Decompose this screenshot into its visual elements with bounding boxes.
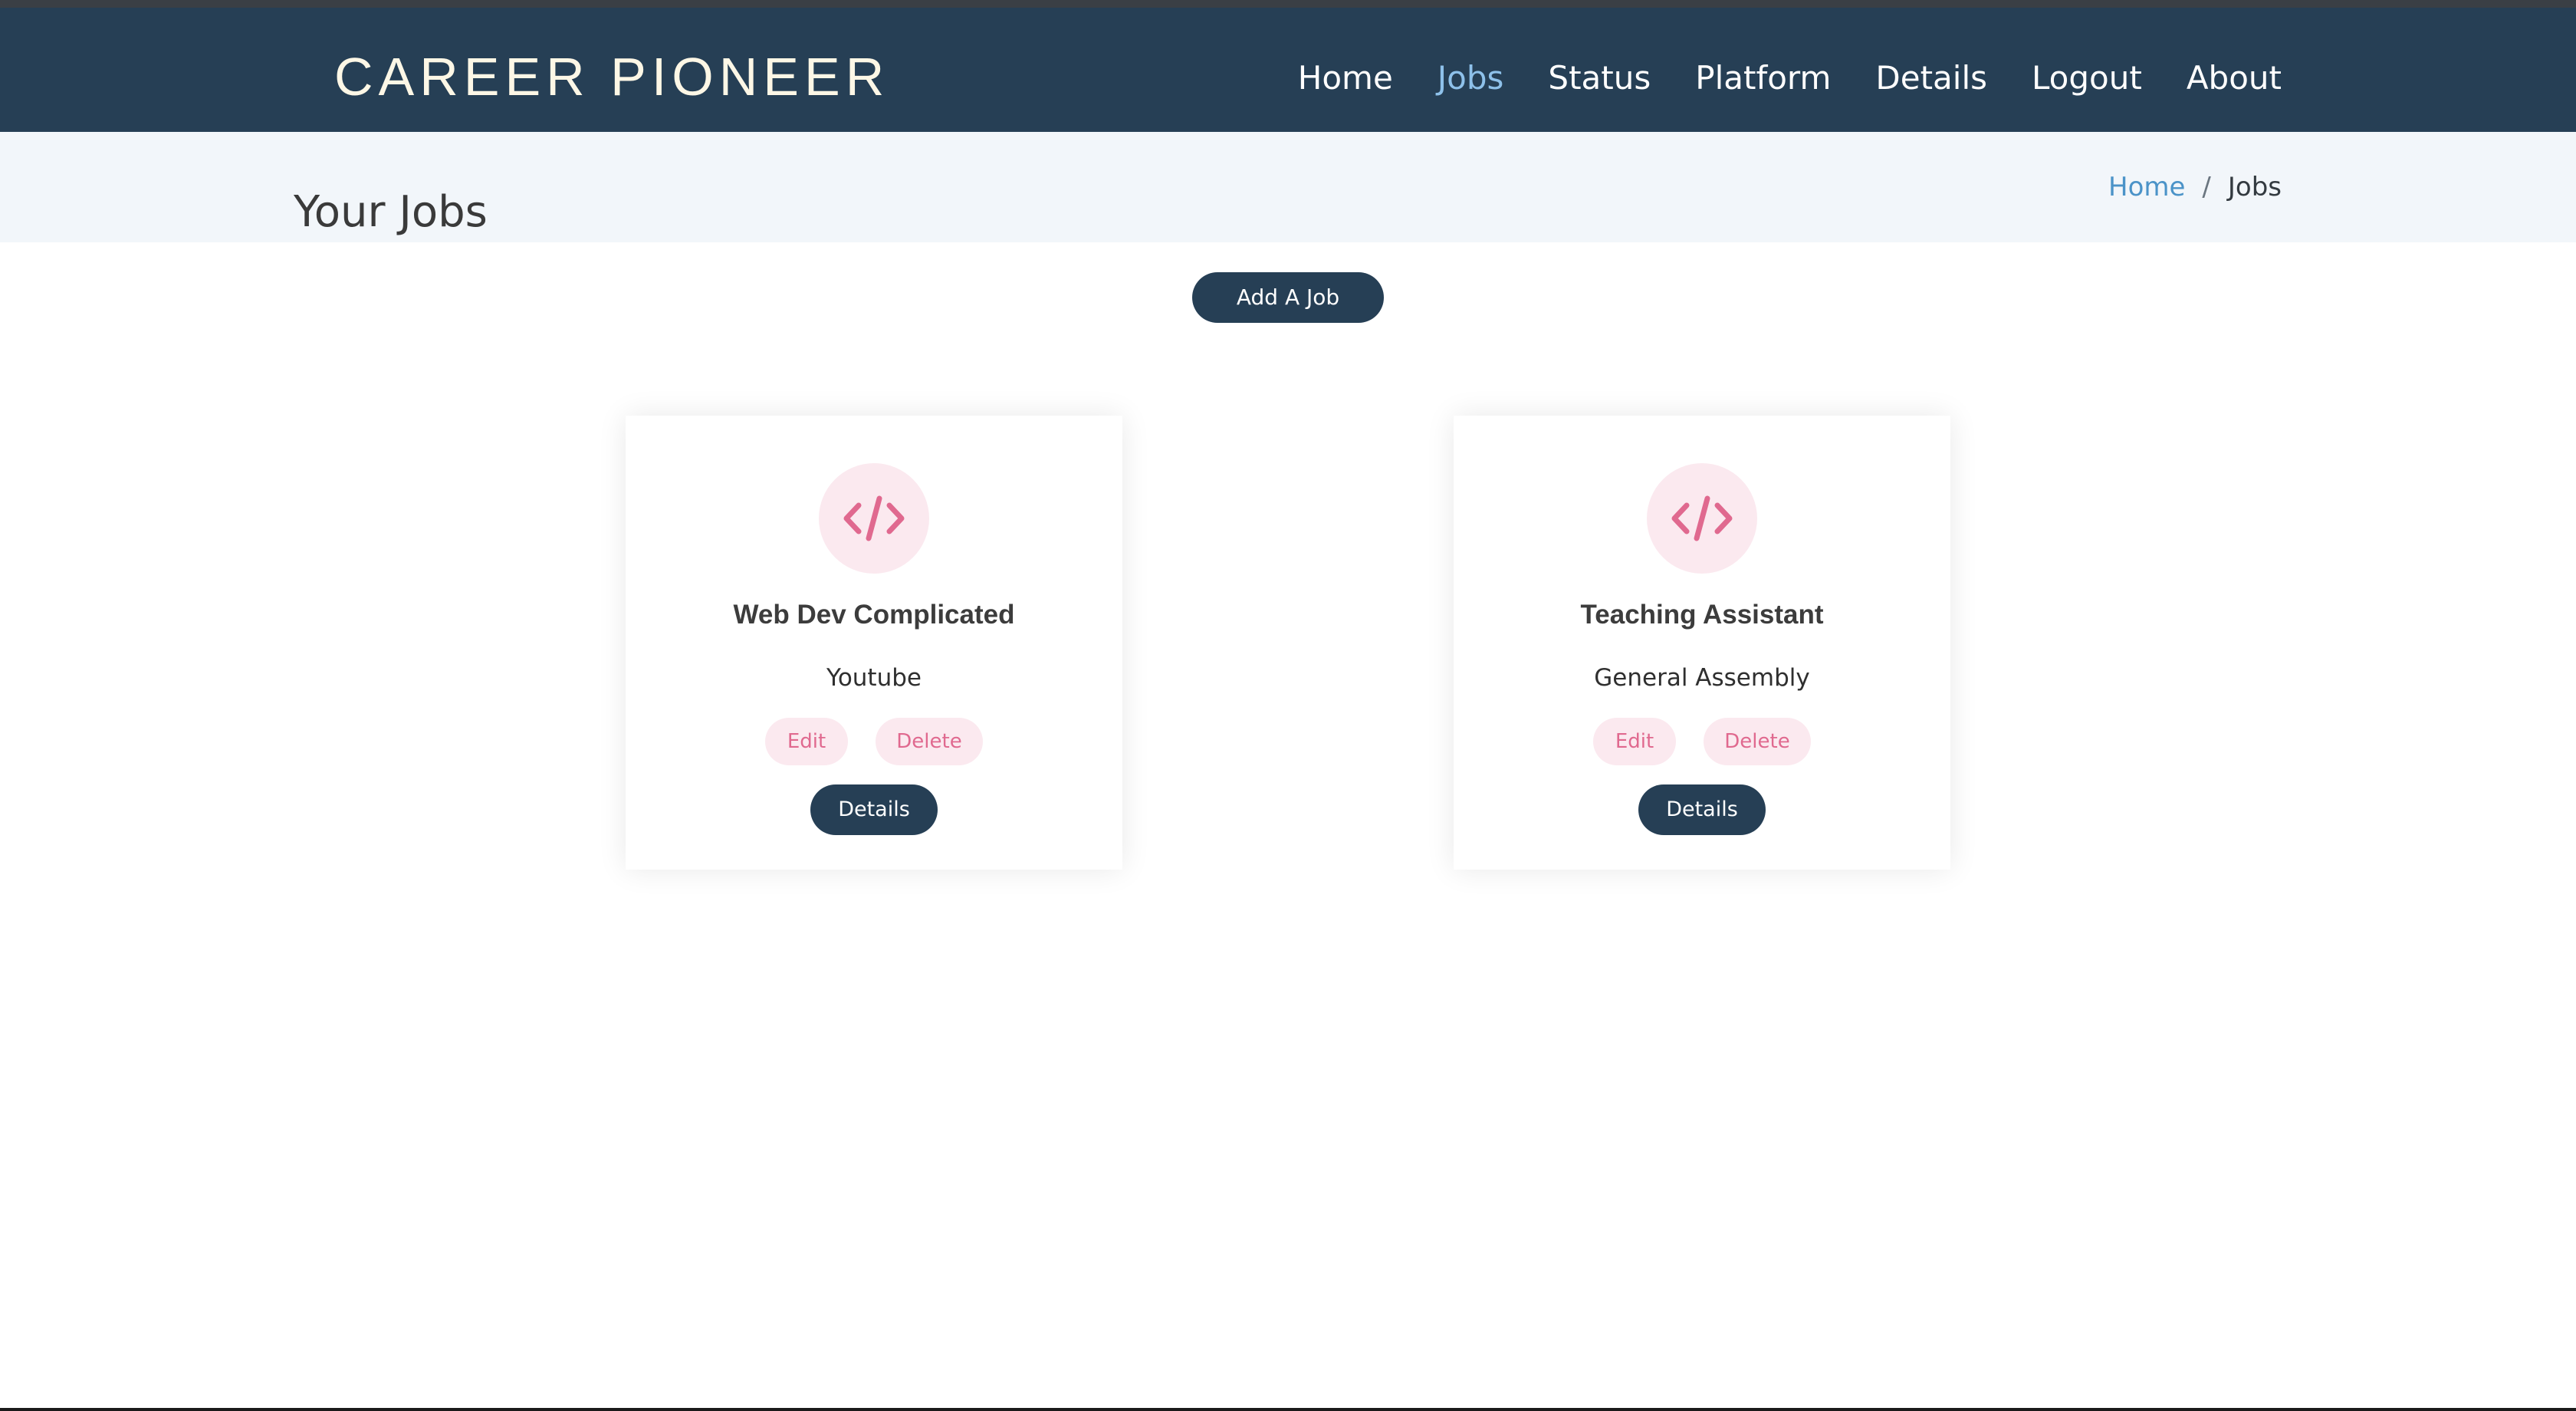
job-company: General Assembly <box>1594 664 1810 692</box>
nav-item-details[interactable]: Details <box>1875 48 1987 109</box>
code-icon <box>1647 463 1757 574</box>
site-header: CAREER PIONEER Home Jobs Status Platform… <box>0 8 2576 132</box>
site-logo[interactable]: CAREER PIONEER <box>334 46 889 107</box>
code-icon-glyph <box>843 495 905 541</box>
window-top-strip <box>0 0 2576 8</box>
job-title: Web Dev Complicated <box>733 600 1015 630</box>
nav-item-logout[interactable]: Logout <box>2032 48 2142 109</box>
page: CAREER PIONEER Home Jobs Status Platform… <box>0 0 2576 1411</box>
breadcrumb-current: Jobs <box>2227 172 2282 202</box>
job-card: Teaching Assistant General Assembly Edit… <box>1454 416 1950 870</box>
job-title: Teaching Assistant <box>1580 600 1824 630</box>
breadcrumb-separator: / <box>2202 172 2211 202</box>
job-card: Web Dev Complicated Youtube Edit Delete … <box>626 416 1122 870</box>
window-bottom-edge <box>0 1408 2576 1411</box>
code-icon-glyph <box>1671 495 1733 541</box>
edit-button[interactable]: Edit <box>765 718 848 765</box>
job-company: Youtube <box>826 664 922 692</box>
details-button[interactable]: Details <box>810 784 938 835</box>
delete-button[interactable]: Delete <box>1704 718 1811 765</box>
breadcrumb: Home / Jobs <box>2108 166 2282 209</box>
breadcrumb-home-link[interactable]: Home <box>2108 172 2185 202</box>
page-title-bar: Your Jobs Home / Jobs <box>0 132 2576 242</box>
nav-item-jobs[interactable]: Jobs <box>1438 48 1504 109</box>
nav-item-platform[interactable]: Platform <box>1695 48 1831 109</box>
delete-button[interactable]: Delete <box>876 718 983 765</box>
details-button[interactable]: Details <box>1638 784 1766 835</box>
edit-button[interactable]: Edit <box>1593 718 1676 765</box>
nav-item-home[interactable]: Home <box>1298 48 1393 109</box>
nav-item-status[interactable]: Status <box>1548 48 1651 109</box>
page-title: Your Jobs <box>294 186 488 237</box>
code-icon <box>819 463 929 574</box>
nav-item-about[interactable]: About <box>2187 48 2282 109</box>
main-nav: Home Jobs Status Platform Details Logout… <box>1298 48 2282 109</box>
add-job-button[interactable]: Add A Job <box>1192 272 1384 323</box>
